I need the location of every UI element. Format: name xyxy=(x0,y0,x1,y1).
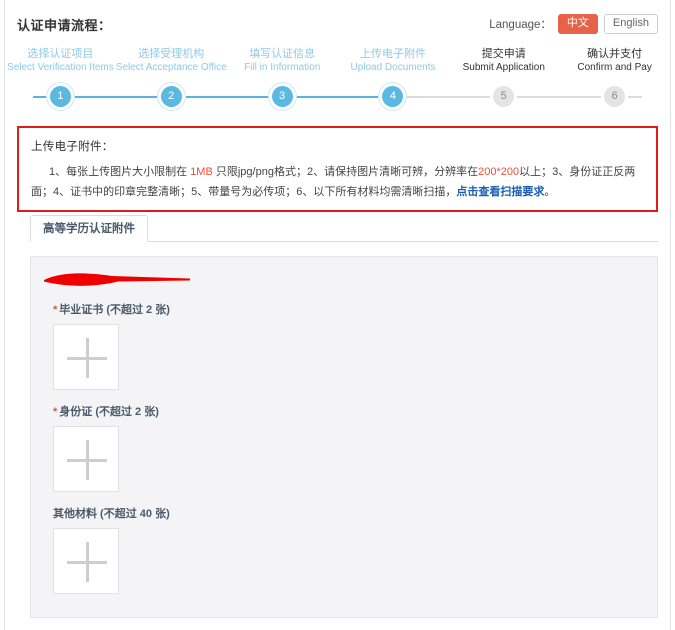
upload-label-id-card-text: 身份证 (不超过 2 张) xyxy=(59,406,159,418)
plus-icon-other-v xyxy=(86,542,89,582)
step-circle-4[interactable]: 4 xyxy=(382,86,404,107)
scan-requirements-link[interactable]: 点击查看扫描要求 xyxy=(456,186,544,198)
notice-highlight-size: 1MB xyxy=(190,166,213,178)
upload-label-diploma: * 毕业证书 (不超过 2 张) xyxy=(53,301,170,317)
notice-segment-1: 1、每张上传图片大小限制在 xyxy=(49,166,191,178)
step-circle-cell-6: 6 xyxy=(559,86,670,107)
language-switcher: Language： 中文 English xyxy=(489,14,658,34)
required-star-diploma: * xyxy=(53,304,58,316)
step-circle-cell-2: 2 xyxy=(116,86,227,107)
step-circle-1[interactable]: 1 xyxy=(49,86,71,107)
notice-highlight-resolution: 200*200 xyxy=(478,166,520,178)
step-2-label-cn: 选择受理机构 xyxy=(138,48,205,60)
step-4-label-cn: 上传电子附件 xyxy=(359,48,426,60)
step-circle-2[interactable]: 2 xyxy=(160,86,182,107)
upload-group-diploma: * 毕业证书 (不超过 2 张) xyxy=(53,301,170,390)
upload-label-id-card: * 身份证 (不超过 2 张) xyxy=(53,403,159,419)
step-3-label-cn: 填写认证信息 xyxy=(249,48,316,60)
language-button-chinese[interactable]: 中文 xyxy=(557,14,598,34)
step-5-label-cn: 提交申请 xyxy=(481,48,526,60)
redaction-mark xyxy=(44,273,190,286)
page-title: 认证申请流程： xyxy=(17,18,112,33)
notice-segment-2: 只限jpg/png格式；2、请保持图片清晰可辨，分辨率在 xyxy=(212,166,479,178)
step-1-label-en: Select Verification Items xyxy=(7,62,114,73)
step-circle-cell-1: 1 xyxy=(5,86,116,107)
step-3-label-en: Fill in Information xyxy=(244,62,321,73)
step-1-label-cn: 选择认证项目 xyxy=(27,48,94,60)
attachment-tab-bar: 高等学历认证附件 xyxy=(30,215,658,242)
progress-stepper: 选择认证项目 Select Verification Items 选择受理机构 … xyxy=(5,44,670,110)
step-circle-cell-4: 4 xyxy=(337,86,448,107)
page-header: 认证申请流程： Language： 中文 English xyxy=(0,0,675,42)
step-5-label-en: Submit Application xyxy=(462,62,545,73)
notice-title: 上传电子附件： xyxy=(31,141,114,153)
upload-panel: * 毕业证书 (不超过 2 张) * 身份证 (不超过 2 张) 其他材料 (不超过… xyxy=(30,256,658,618)
upload-box-id-card[interactable] xyxy=(53,426,119,492)
step-circle-cell-5: 5 xyxy=(448,86,559,107)
notice-body: 1、每张上传图片大小限制在 1MB 只限jpg/png格式；2、请保持图片清晰可… xyxy=(31,162,644,202)
required-star-id-card: * xyxy=(53,406,58,418)
upload-group-id-card: * 身份证 (不超过 2 张) xyxy=(53,403,159,492)
upload-box-diploma[interactable] xyxy=(53,324,119,390)
step-2-label-en: Select Acceptance Office xyxy=(115,62,227,73)
upload-group-other-materials: 其他材料 (不超过 40 张) xyxy=(53,505,170,594)
stepper-circles: 1 2 3 4 5 6 xyxy=(5,86,670,107)
tab-higher-education-attachments[interactable]: 高等学历认证附件 xyxy=(30,215,148,242)
step-circle-cell-3: 3 xyxy=(227,86,338,107)
step-6-label-en: Confirm and Pay xyxy=(577,62,652,73)
upload-label-other-materials-text: 其他材料 (不超过 40 张) xyxy=(53,508,170,520)
notice-segment-4: 。 xyxy=(544,186,556,198)
upload-notice-box: 上传电子附件： 1、每张上传图片大小限制在 1MB 只限jpg/png格式；2、… xyxy=(17,126,658,212)
step-circle-3[interactable]: 3 xyxy=(271,86,293,107)
upload-label-diploma-text: 毕业证书 (不超过 2 张) xyxy=(59,304,170,316)
step-4-label-en: Upload Documents xyxy=(350,62,436,73)
upload-label-other-materials: 其他材料 (不超过 40 张) xyxy=(53,505,170,521)
plus-icon-id-card-v xyxy=(86,440,89,480)
page-border-right xyxy=(670,0,671,630)
step-circle-6[interactable]: 6 xyxy=(604,86,626,107)
step-6-label-cn: 确认并支付 xyxy=(587,48,643,60)
upload-box-other-materials[interactable] xyxy=(53,528,119,594)
language-button-english[interactable]: English xyxy=(603,14,658,34)
language-label: Language： xyxy=(489,19,552,31)
page-root: 认证申请流程： Language： 中文 English 选择认证项目 Sele… xyxy=(0,0,675,630)
plus-icon-diploma-v xyxy=(86,338,89,378)
step-circle-5[interactable]: 5 xyxy=(493,86,515,107)
